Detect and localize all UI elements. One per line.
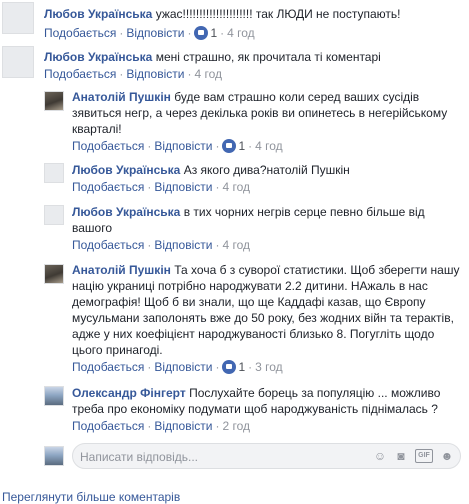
reply-placeholder: Написати відповідь... [80, 450, 198, 464]
like-link[interactable]: Подобається [44, 67, 116, 81]
timestamp[interactable]: 3 год [255, 360, 283, 374]
view-more-comments-link[interactable]: Переглянути більше коментарів [2, 490, 180, 504]
like-count[interactable]: 1 [208, 26, 217, 40]
reply-author[interactable]: Любов Українська [72, 163, 180, 177]
reply-text: Аз якого дива?натолій Пушкін [183, 163, 350, 177]
comment-actions: Подобається · Відповісти · 4 год [44, 67, 222, 81]
like-icon [222, 360, 237, 374]
like-count[interactable]: 1 [236, 360, 245, 374]
sticker-icon[interactable]: ☻ [440, 449, 454, 463]
like-link[interactable]: Подобається [72, 360, 144, 374]
comment-author[interactable]: Любов Українська [44, 7, 152, 21]
like-count[interactable]: 1 [236, 139, 245, 153]
timestamp[interactable]: 4 год [227, 26, 255, 40]
reply-link[interactable]: Відповісти [154, 180, 212, 194]
reply-link[interactable]: Відповісти [154, 360, 212, 374]
timestamp[interactable]: 4 год [222, 180, 250, 194]
avatar[interactable] [2, 46, 34, 78]
reply-link[interactable]: Відповісти [126, 26, 184, 40]
current-user-avatar [44, 446, 64, 466]
camera-icon[interactable]: ◙ [394, 449, 408, 463]
comment-author[interactable]: Любов Українська [44, 50, 152, 64]
like-link[interactable]: Подобається [72, 180, 144, 194]
timestamp[interactable]: 2 год [222, 419, 250, 433]
like-link[interactable]: Подобається [72, 238, 144, 252]
like-link[interactable]: Подобається [72, 419, 144, 433]
reply-link[interactable]: Відповісти [154, 419, 212, 433]
comment-text: мені страшно, як прочитала ті коментарі [155, 50, 381, 64]
timestamp[interactable]: 4 год [194, 67, 222, 81]
avatar[interactable] [44, 386, 64, 406]
reply-author[interactable]: Анатолій Пушкін [72, 90, 171, 104]
like-link[interactable]: Подобається [44, 26, 116, 40]
reply-text: Та хоча б з суворої статистики. Щоб збер… [72, 263, 460, 357]
reply-input[interactable]: Написати відповідь... ☺ ◙ GIF ☻ [72, 443, 461, 469]
reply-actions: Подобається · Відповісти · 2 год [72, 419, 250, 433]
reply-actions: Подобається · Відповісти · 4 год [72, 238, 250, 252]
reply-actions: Подобається · Відповісти · 4 год [72, 180, 250, 194]
reply-author[interactable]: Любов Українська [72, 205, 180, 219]
avatar[interactable] [44, 91, 64, 111]
reply-link[interactable]: Відповісти [154, 139, 212, 153]
reply-link[interactable]: Відповісти [154, 238, 212, 252]
comment-text: ужас!!!!!!!!!!!!!!!!!!!!! так ЛЮДИ не по… [155, 7, 401, 21]
timestamp[interactable]: 4 год [222, 238, 250, 252]
like-icon [194, 26, 209, 40]
reply-actions: Подобається · Відповісти · 1 · 4 год [72, 139, 283, 153]
avatar[interactable] [44, 205, 64, 225]
gif-icon[interactable]: GIF [415, 449, 433, 463]
reply-link[interactable]: Відповісти [126, 67, 184, 81]
comment-actions: Подобається · Відповісти · 1 · 4 год [44, 26, 255, 40]
reply-author[interactable]: Анатолій Пушкін [72, 263, 171, 277]
timestamp[interactable]: 4 год [255, 139, 283, 153]
avatar[interactable] [44, 264, 64, 284]
emoji-icon[interactable]: ☺ [373, 449, 387, 463]
reply-author[interactable]: Олександр Фінгерт [72, 386, 186, 400]
reply-actions: Подобається · Відповісти · 1 · 3 год [72, 360, 283, 374]
like-icon [222, 139, 237, 153]
like-link[interactable]: Подобається [72, 139, 144, 153]
avatar[interactable] [44, 163, 64, 183]
avatar[interactable] [2, 2, 34, 34]
